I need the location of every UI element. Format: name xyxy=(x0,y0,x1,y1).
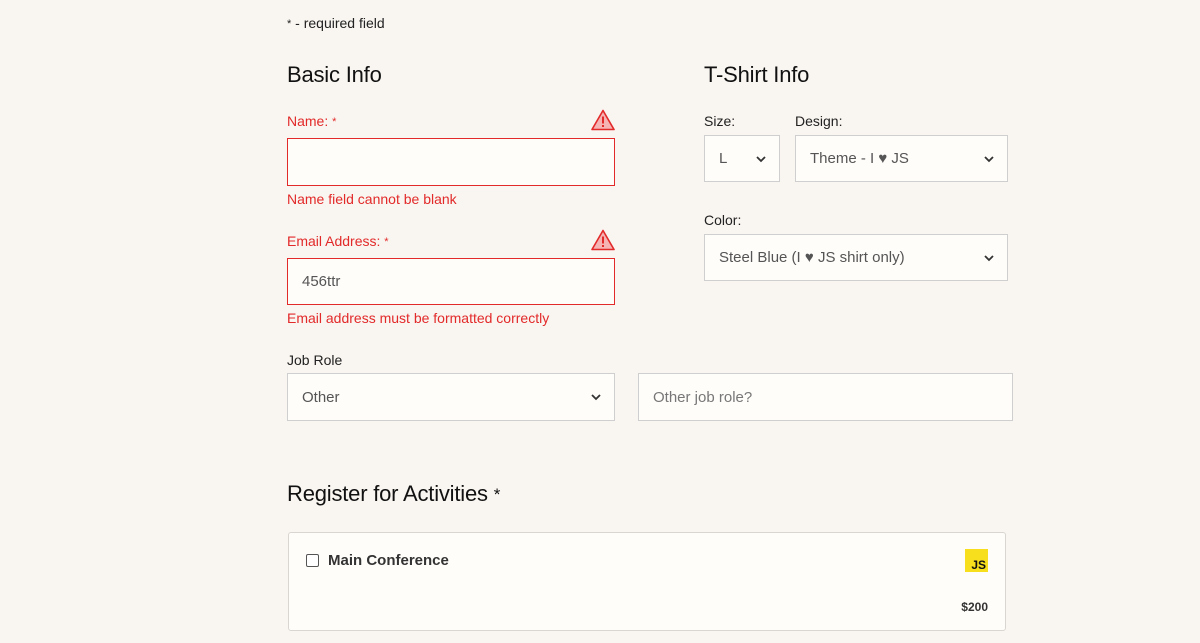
activity-price: $200 xyxy=(961,600,988,614)
color-select[interactable]: Steel Blue (I ♥ JS shirt only) xyxy=(704,234,1008,281)
main-conference-checkbox[interactable] xyxy=(306,554,319,567)
email-warning-icon xyxy=(591,229,615,251)
activities-heading-text: Register for Activities xyxy=(287,481,494,506)
chevron-down-icon xyxy=(984,155,994,162)
basic-info-heading: Basic Info xyxy=(287,62,382,87)
size-label: Size: xyxy=(704,113,736,129)
name-label: Name: * xyxy=(287,113,336,129)
other-job-role-input[interactable]: Other job role? xyxy=(638,373,1013,421)
other-job-role-placeholder: Other job role? xyxy=(653,388,753,406)
color-label: Color: xyxy=(704,212,742,228)
chevron-down-icon xyxy=(984,254,994,261)
job-role-label: Job Role xyxy=(287,352,343,368)
name-label-text: Name: xyxy=(287,113,333,129)
required-field-note: * - required field xyxy=(287,15,385,31)
chevron-down-icon xyxy=(756,155,766,162)
name-input[interactable] xyxy=(287,138,615,186)
size-selected: L xyxy=(719,150,728,167)
size-select[interactable]: L xyxy=(704,135,780,182)
email-required-star: * xyxy=(384,236,389,248)
activity-card-main-conference[interactable]: Main Conference JS $200 xyxy=(288,532,1006,631)
job-role-select[interactable]: Other xyxy=(287,373,615,421)
js-logo-text: JS xyxy=(971,558,986,572)
email-input-value: 456ttr xyxy=(302,273,341,290)
design-select[interactable]: Theme - I ♥ JS xyxy=(795,135,1008,182)
activity-name: Main Conference xyxy=(328,552,449,569)
design-label: Design: xyxy=(795,113,843,129)
chevron-down-icon xyxy=(591,394,601,401)
js-logo-icon: JS xyxy=(965,549,988,572)
job-role-selected: Other xyxy=(302,388,340,406)
email-label: Email Address: * xyxy=(287,233,389,249)
activities-required-star: * xyxy=(493,485,501,504)
required-note-text: - required field xyxy=(291,15,385,31)
tshirt-info-heading: T-Shirt Info xyxy=(704,62,810,87)
design-selected: Theme - I ♥ JS xyxy=(810,150,909,167)
color-selected: Steel Blue (I ♥ JS shirt only) xyxy=(719,249,905,266)
name-required-star: * xyxy=(332,116,337,128)
email-label-text: Email Address: xyxy=(287,233,385,249)
activities-heading: Register for Activities * xyxy=(287,481,500,507)
email-input[interactable]: 456ttr xyxy=(287,258,615,305)
name-warning-icon xyxy=(591,109,615,131)
email-error-message: Email address must be formatted correctl… xyxy=(287,310,550,326)
name-error-message: Name field cannot be blank xyxy=(287,191,457,207)
